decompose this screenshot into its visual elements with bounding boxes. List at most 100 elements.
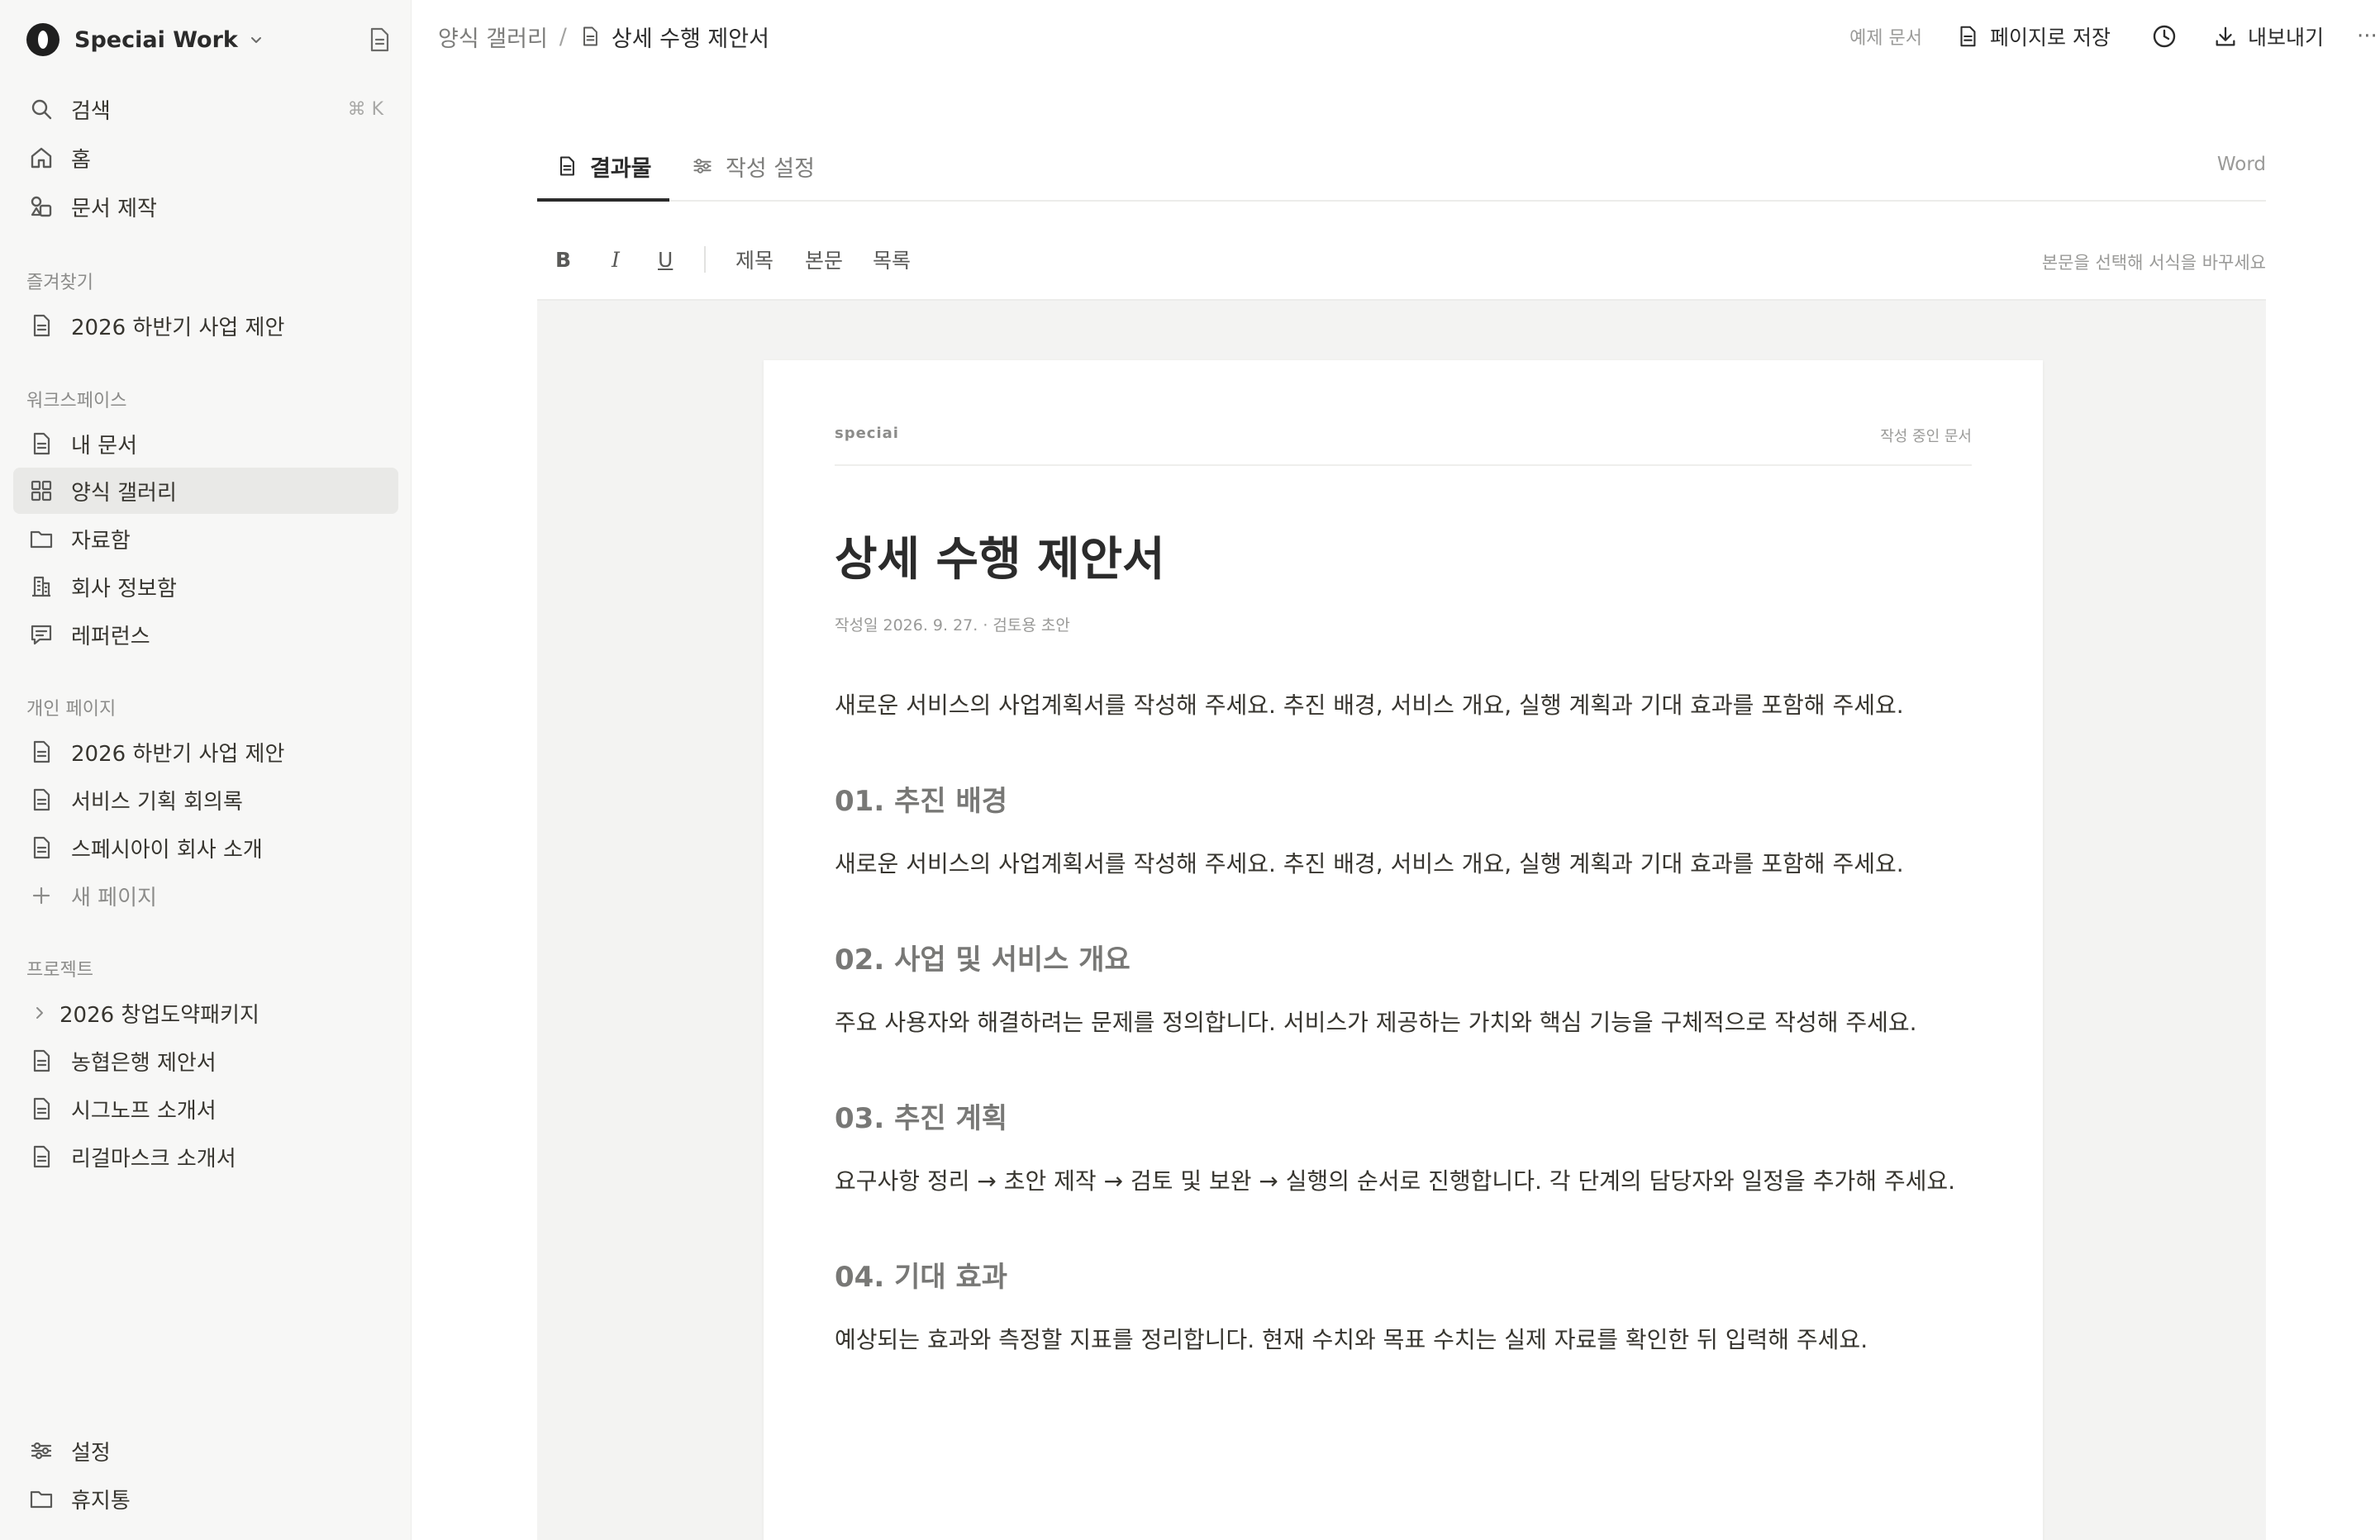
- document-icon: [33, 314, 50, 337]
- search-shortcut: ⌘ K: [347, 98, 383, 120]
- search-icon: [31, 99, 52, 120]
- sidebar-item-label: 리걸마스크 소개서: [71, 1146, 236, 1172]
- breadcrumb-current: 상세 수행 제안서: [611, 26, 769, 52]
- sidebar-item-settings[interactable]: 설정: [13, 1428, 398, 1474]
- sidebar-item-label: 2026 하반기 사업 제안: [71, 741, 285, 767]
- sidebar-item-project-doc[interactable]: 시그노프 소개서: [13, 1086, 398, 1132]
- tab-result[interactable]: 결과물: [555, 147, 652, 185]
- italic-button[interactable]: I: [612, 243, 620, 276]
- body-style-button[interactable]: 본문: [805, 243, 843, 276]
- bold-button[interactable]: B: [555, 243, 571, 276]
- sidebar-item-personal-page[interactable]: 스페시아이 회사 소개: [13, 825, 398, 871]
- active-tab-indicator: [537, 198, 669, 202]
- view-tabs: 결과물 작성 설정 Word: [537, 132, 2266, 202]
- underline-button[interactable]: U: [658, 243, 673, 276]
- plus-icon: [32, 886, 50, 905]
- document-paragraph[interactable]: 주요 사용자와 해결하려는 문제를 정의합니다. 서비스가 제공하는 가치와 핵…: [835, 1005, 1917, 1038]
- sidebar-item-project-doc[interactable]: 리걸마스크 소개서: [13, 1134, 398, 1180]
- sidebar-item-favorite[interactable]: 2026 하반기 사업 제안: [13, 302, 398, 349]
- sidebar-item-company-info[interactable]: 회사 정보함: [13, 563, 398, 610]
- sidebar-item-project-doc[interactable]: 농협은행 제안서: [13, 1038, 398, 1084]
- more-options-button[interactable]: ···: [2357, 24, 2378, 49]
- sidebar-item-label: 농협은행 제안서: [71, 1050, 217, 1076]
- export-button[interactable]: 내보내기: [2213, 21, 2324, 51]
- new-page-button[interactable]: 새 페이지: [13, 872, 398, 919]
- sidebar-item-label: 양식 갤러리: [71, 480, 177, 506]
- sidebar-item-label: 시그노프 소개서: [71, 1098, 217, 1124]
- sidebar-item-label: 스페시아이 회사 소개: [71, 837, 263, 863]
- save-as-page-button[interactable]: 페이지로 저장: [1955, 21, 2111, 51]
- document-icon: [33, 788, 50, 811]
- sidebar-item-label: 서비스 기획 회의록: [71, 789, 243, 815]
- heading-style-button[interactable]: 제목: [735, 243, 774, 276]
- tab-label: 작성 설정: [726, 155, 815, 182]
- sidebar-item-label: 문서 제작: [71, 196, 157, 221]
- section-heading[interactable]: 03. 추진 계획: [835, 1096, 1007, 1136]
- document-paragraph[interactable]: 새로운 서비스의 사업계획서를 작성해 주세요. 추진 배경, 서비스 개요, …: [835, 846, 1904, 879]
- sliders-icon: [31, 1442, 52, 1460]
- breadcrumb-separator: /: [559, 23, 567, 50]
- sidebar-item-my-docs[interactable]: 내 문서: [13, 421, 398, 467]
- sidebar-item-label: 새 페이지: [71, 885, 157, 910]
- chevron-right-icon[interactable]: [31, 1005, 48, 1021]
- message-icon: [31, 625, 52, 645]
- document-title[interactable]: 상세 수행 제안서: [835, 522, 1165, 589]
- document-icon: [33, 1145, 50, 1168]
- sidebar-item-trash[interactable]: 휴지통: [13, 1476, 398, 1522]
- sidebar-item-search[interactable]: 검색 ⌘ K: [13, 86, 398, 132]
- save-as-page-label: 페이지로 저장: [1990, 26, 2111, 50]
- shapes-icon: [31, 196, 52, 217]
- sidebar: Speciai Work 검색 ⌘ K 홈 문서 제작 즐겨찾기 2026 하반…: [0, 0, 412, 1540]
- sidebar-item-label: 휴지통: [71, 1488, 131, 1514]
- document-icon: [1960, 26, 1976, 47]
- sidebar-item-label: 레퍼런스: [71, 624, 150, 649]
- top-bar: 양식 갤러리 / 상세 수행 제안서 예제 문서 페이지로 저장 내보내기 ··…: [412, 0, 2380, 73]
- home-icon: [31, 147, 52, 169]
- document-paragraph[interactable]: 예상되는 효과와 측정할 지표를 정리합니다. 현재 수치와 목표 수치는 실제…: [835, 1322, 1868, 1355]
- sidebar-item-label: 2026 창업도약패키지: [60, 1002, 259, 1028]
- section-title-personal: 개인 페이지: [26, 699, 117, 720]
- breadcrumb: 양식 갤러리 / 상세 수행 제안서: [438, 20, 769, 53]
- sidebar-item-template-gallery[interactable]: 양식 갤러리: [13, 468, 398, 514]
- sidebar-item-library[interactable]: 자료함: [13, 516, 398, 562]
- sidebar-item-label: 내 문서: [71, 433, 138, 459]
- section-heading[interactable]: 01. 추진 배경: [835, 778, 1007, 819]
- chevron-down-icon: [250, 37, 261, 43]
- sidebar-item-personal-page[interactable]: 2026 하반기 사업 제안: [13, 729, 398, 775]
- sidebar-item-personal-page[interactable]: 서비스 기획 회의록: [13, 777, 398, 823]
- top-actions: 예제 문서 페이지로 저장 내보내기 ···: [1849, 20, 2380, 53]
- tab-compose-settings[interactable]: 작성 설정: [691, 147, 815, 185]
- section-heading[interactable]: 02. 사업 및 서비스 개요: [835, 937, 1130, 977]
- tab-label: 결과물: [590, 155, 652, 182]
- section-heading[interactable]: 04. 기대 효과: [835, 1254, 1007, 1295]
- document-paragraph[interactable]: 요구사항 정리 → 초안 제작 → 검토 및 보완 → 실행의 순서로 진행합니…: [835, 1163, 1955, 1196]
- folder-icon: [30, 530, 53, 549]
- sidebar-item-project-folder[interactable]: 2026 창업도약패키지: [13, 990, 398, 1036]
- document-brand: speciai: [835, 425, 899, 442]
- document-icon: [559, 156, 574, 176]
- sidebar-item-label: 홈: [71, 147, 91, 173]
- new-document-icon[interactable]: [367, 26, 392, 53]
- document-icon: [33, 1049, 50, 1072]
- sidebar-item-label: 검색: [71, 98, 111, 124]
- list-style-button[interactable]: 목록: [873, 243, 911, 276]
- sidebar-item-reference[interactable]: 레퍼런스: [13, 611, 398, 658]
- clock-icon[interactable]: [2150, 22, 2178, 50]
- section-title-projects: 프로젝트: [26, 960, 93, 981]
- format-toolbar: B I U 제목 본문 목록 본문을 선택해 서식을 바꾸세요: [537, 223, 2266, 301]
- folder-icon: [30, 1490, 53, 1509]
- document-page[interactable]: speciai 작성 중인 문서 상세 수행 제안서 작성일 2026. 9. …: [764, 360, 2043, 1540]
- document-paragraph[interactable]: 새로운 서비스의 사업계획서를 작성해 주세요. 추진 배경, 서비스 개요, …: [835, 687, 1904, 720]
- breadcrumb-parent[interactable]: 양식 갤러리: [438, 21, 548, 53]
- export-label: 내보내기: [2247, 26, 2324, 50]
- sidebar-item-create-doc[interactable]: 문서 제작: [13, 183, 398, 230]
- sidebar-item-home[interactable]: 홈: [13, 135, 398, 181]
- download-icon: [2216, 26, 2235, 46]
- workspace-switcher[interactable]: Speciai Work: [26, 21, 395, 58]
- format-hint: 본문을 선택해 서식을 바꾸세요: [2041, 253, 2266, 273]
- example-doc-tag: 예제 문서: [1849, 28, 1923, 49]
- document-icon: [33, 836, 50, 859]
- document-icon: [33, 740, 50, 763]
- toolbar-divider: [704, 246, 706, 273]
- sidebar-item-label: 2026 하반기 사업 제안: [71, 315, 285, 340]
